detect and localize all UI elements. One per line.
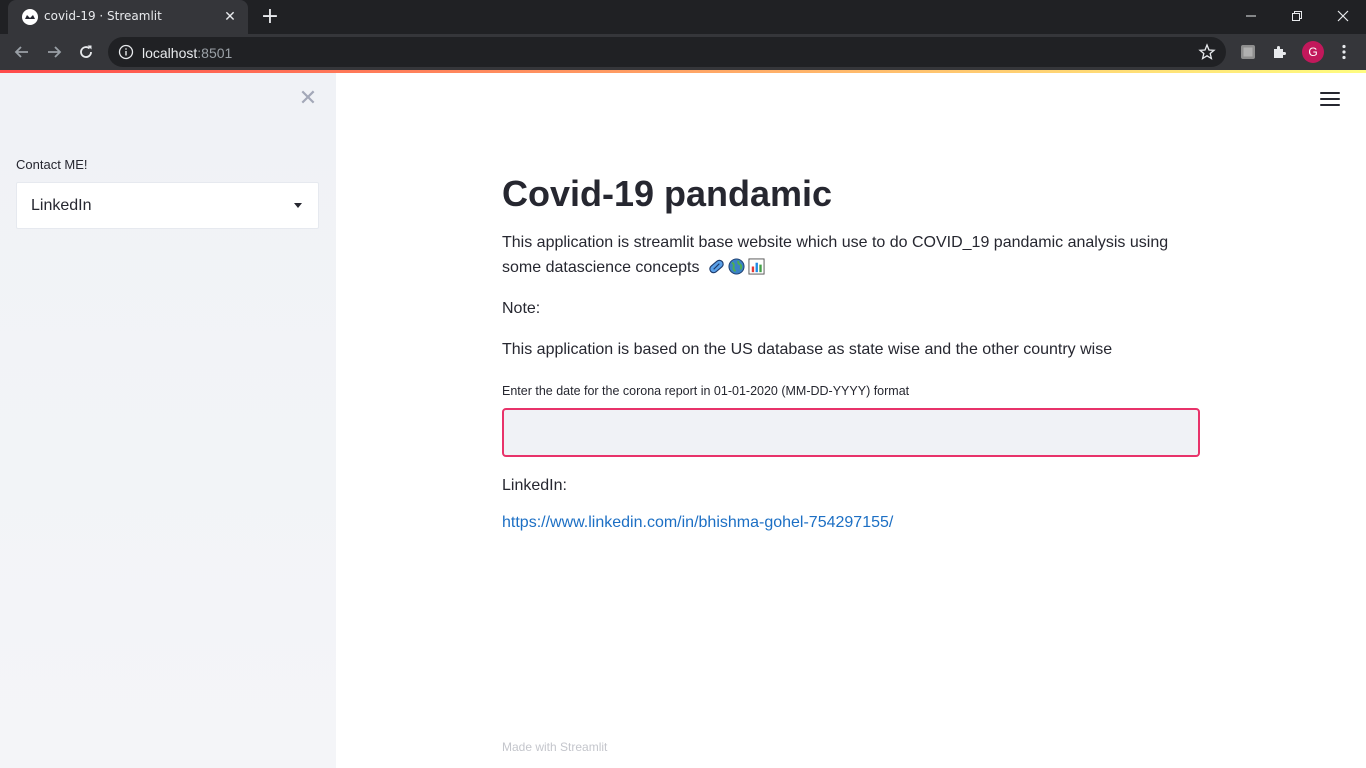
description-paragraph: This application is streamlit base websi… — [502, 230, 1202, 280]
url-host: localhost — [142, 45, 198, 61]
site-info-icon[interactable] — [118, 44, 134, 60]
sidebar-select-label: Contact ME! — [16, 157, 88, 172]
sidebar: ✕ Contact ME! LinkedIn — [0, 73, 336, 768]
sidebar-close-icon[interactable]: ✕ — [298, 88, 318, 110]
hamburger-menu-icon[interactable] — [1320, 92, 1340, 108]
streamlit-favicon-icon — [22, 9, 38, 25]
linkedin-label: LinkedIn: — [502, 477, 567, 494]
browser-tab-bar: covid-19 · Streamlit ✕ + — [0, 0, 1366, 34]
globe-icon — [728, 258, 745, 275]
back-icon[interactable] — [8, 38, 36, 66]
bookmark-star-icon[interactable] — [1198, 43, 1216, 61]
address-bar[interactable]: localhost:8501 — [108, 37, 1226, 67]
extensions-puzzle-icon[interactable] — [1270, 42, 1290, 62]
date-input[interactable] — [502, 408, 1200, 457]
description-text: This application is streamlit base websi… — [502, 234, 1169, 276]
new-tab-icon[interactable]: + — [258, 5, 282, 29]
tab-title: covid-19 · Streamlit — [44, 9, 162, 23]
forward-icon[interactable] — [40, 38, 68, 66]
url-port: :8501 — [197, 45, 233, 61]
page-title: Covid-19 pandamic — [502, 173, 833, 214]
profile-avatar[interactable]: G — [1302, 41, 1324, 63]
reload-icon[interactable] — [72, 38, 100, 66]
tab-close-icon[interactable]: ✕ — [220, 7, 240, 27]
browser-menu-icon[interactable] — [1334, 42, 1354, 62]
restore-icon[interactable] — [1274, 0, 1320, 32]
linkedin-link[interactable]: https://www.linkedin.com/in/bhishma-gohe… — [502, 514, 893, 532]
minimize-icon[interactable] — [1228, 0, 1274, 32]
pill-icon — [709, 259, 724, 274]
browser-tab[interactable]: covid-19 · Streamlit ✕ — [8, 0, 248, 34]
close-window-icon[interactable] — [1320, 0, 1366, 32]
chevron-down-icon — [294, 203, 302, 208]
date-input-label: Enter the date for the corona report in … — [502, 384, 910, 398]
note-text: This application is based on the US data… — [502, 341, 1113, 358]
browser-toolbar: localhost:8501 G — [0, 34, 1366, 70]
contact-select-value: LinkedIn — [31, 197, 92, 214]
contact-selectbox[interactable]: LinkedIn — [16, 182, 319, 229]
note-label: Note: — [502, 300, 541, 317]
bar-chart-icon — [748, 258, 765, 275]
extension-icon[interactable] — [1238, 42, 1258, 62]
url-text: localhost:8501 — [142, 45, 232, 61]
footer-made-with-streamlit[interactable]: Made with Streamlit — [502, 740, 607, 754]
